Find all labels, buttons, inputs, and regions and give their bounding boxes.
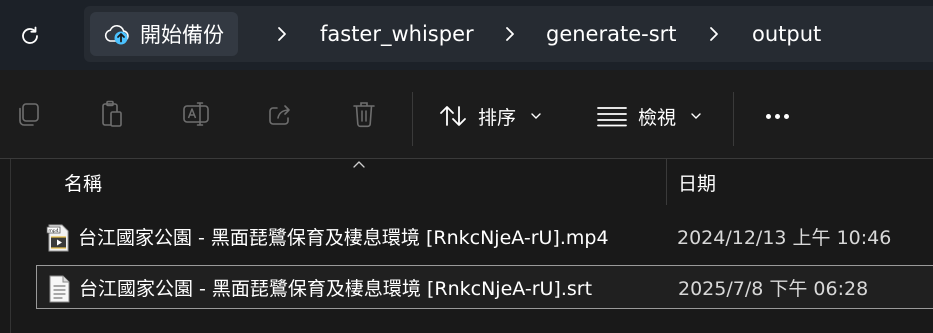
more-options-button[interactable] — [760, 104, 794, 128]
view-label: 檢視 — [638, 106, 677, 129]
breadcrumb-item[interactable]: generate-srt — [546, 12, 677, 56]
video-file-icon: mp4 — [46, 224, 69, 252]
breadcrumb-root-label: 開始備份 — [140, 23, 224, 47]
toolbar-divider — [733, 92, 734, 146]
delete-button[interactable] — [344, 94, 384, 134]
trash-icon — [353, 102, 375, 128]
sort-label: 排序 — [478, 106, 517, 129]
file-name: 台江國家公園 - 黑面琵鷺保育及棲息環境 [RnkcNjeA-rU].mp4 — [78, 226, 609, 249]
breadcrumb-item[interactable]: faster_whisper — [320, 12, 474, 56]
file-date: 2024/12/13 上午 10:46 — [677, 226, 892, 249]
address-bar-row: 開始備份 faster_whisper generate-srt output — [0, 0, 933, 70]
text-file-icon — [49, 275, 70, 303]
chevron-right-icon[interactable] — [500, 22, 520, 46]
chevron-right-icon[interactable] — [272, 22, 292, 46]
refresh-button[interactable] — [14, 20, 46, 52]
copy-button[interactable] — [8, 94, 48, 134]
view-lines-icon — [597, 107, 627, 127]
column-divider[interactable] — [666, 159, 667, 205]
file-row[interactable]: mp4 台江國家公園 - 黑面琵鷺保育及棲息環境 [RnkcNjeA-rU].m… — [36, 215, 933, 259]
file-list: 名稱 日期 mp4 台江國家公園 - 黑面琵鷺保育及棲息環境 [RnkcNjeA… — [0, 159, 933, 333]
paste-button[interactable] — [92, 94, 132, 134]
breadcrumb-root[interactable]: 開始備份 — [90, 12, 238, 56]
chevron-right-icon[interactable] — [704, 22, 724, 46]
clipboard-icon — [102, 100, 122, 127]
rename-icon — [183, 102, 209, 126]
toolbar-divider — [412, 92, 413, 146]
more-dot — [765, 113, 771, 119]
svg-text:mp4: mp4 — [48, 228, 58, 234]
more-dot — [783, 113, 789, 119]
file-date: 2025/7/8 下午 06:28 — [678, 277, 869, 300]
copy-icon — [19, 103, 39, 126]
rename-button[interactable] — [176, 94, 216, 134]
chevron-down-icon — [531, 113, 541, 119]
file-row-selected[interactable]: 台江國家公園 - 黑面琵鷺保育及棲息環境 [RnkcNjeA-rU].srt 2… — [36, 265, 933, 309]
more-dot — [774, 113, 780, 119]
refresh-icon — [22, 26, 38, 44]
column-header-name[interactable]: 名稱 — [64, 159, 102, 205]
column-header-date[interactable]: 日期 — [678, 159, 716, 205]
sort-ascending-icon — [353, 161, 365, 168]
sort-menu-button[interactable]: 排序 — [438, 98, 542, 134]
breadcrumb-item-current[interactable]: output — [752, 12, 821, 56]
file-name: 台江國家公園 - 黑面琵鷺保育及棲息環境 [RnkcNjeA-rU].srt — [79, 277, 593, 300]
sort-icon — [440, 106, 466, 126]
nav-pane-border — [10, 159, 11, 333]
view-menu-button[interactable]: 檢視 — [596, 98, 702, 134]
chevron-down-icon — [691, 113, 701, 119]
share-icon — [269, 105, 290, 125]
command-bar: 排序 檢視 — [0, 70, 933, 158]
cloud-backup-icon — [104, 24, 129, 45]
share-button[interactable] — [260, 94, 300, 134]
